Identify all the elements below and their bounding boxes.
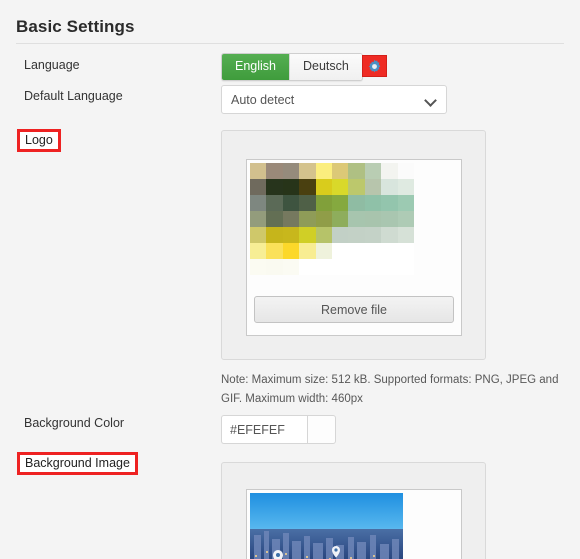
logo-pixel-6-0	[250, 259, 267, 275]
logo-pixel-3-2	[282, 211, 300, 227]
logo-pixel-5-9	[397, 243, 414, 259]
logo-pixel-1-3	[299, 179, 316, 195]
logo-pixel-6-7	[364, 259, 382, 275]
logo-pixel-3-7	[364, 211, 382, 227]
logo-pixel-5-6	[348, 243, 365, 259]
logo-pixel-5-1	[266, 243, 283, 259]
language-button-english[interactable]: English	[222, 54, 289, 80]
logo-pixel-0-1	[266, 163, 283, 179]
basic-settings-page: Basic Settings Language English Deutsch …	[0, 0, 580, 559]
logo-pixel-6-2	[282, 259, 300, 275]
logo-pixel-5-4	[315, 243, 332, 259]
logo-pixel-5-3	[299, 243, 316, 259]
logo-pixel-6-6	[348, 259, 365, 275]
chevron-down-icon	[426, 96, 437, 103]
logo-pixel-0-3	[299, 163, 316, 179]
logo-pixel-1-9	[397, 179, 414, 195]
logo-pixel-4-2	[282, 227, 300, 243]
logo-pixel-4-5	[331, 227, 349, 243]
logo-pixel-1-8	[381, 179, 398, 195]
logo-pixel-2-1	[266, 195, 283, 211]
background-color-field[interactable]	[221, 415, 336, 444]
background-color-swatch[interactable]	[307, 415, 336, 444]
gear-icon[interactable]	[367, 59, 382, 74]
logo-pixel-1-4	[315, 179, 332, 195]
logo-pixel-1-7	[364, 179, 382, 195]
logo-pixel-2-5	[331, 195, 349, 211]
logo-pixel-2-7	[364, 195, 382, 211]
logo-pixel-3-8	[381, 211, 398, 227]
background-color-input[interactable]	[221, 415, 307, 444]
logo-pixel-3-4	[315, 211, 332, 227]
logo-pixel-5-5	[331, 243, 349, 259]
logo-pixel-6-5	[331, 259, 349, 275]
logo-pixel-3-5	[331, 211, 349, 227]
logo-pixel-3-3	[299, 211, 316, 227]
logo-pixel-0-2	[282, 163, 300, 179]
logo-pixel-2-2	[282, 195, 300, 211]
logo-pixel-1-2	[282, 179, 300, 195]
logo-pixel-1-0	[250, 179, 267, 195]
logo-pixel-0-8	[381, 163, 398, 179]
language-settings-highlight[interactable]	[362, 55, 387, 77]
logo-preview-image	[250, 163, 414, 275]
background-image-preview	[250, 493, 403, 559]
logo-pixel-3-1	[266, 211, 283, 227]
logo-pixel-6-4	[315, 259, 332, 275]
logo-pixel-6-9	[397, 259, 414, 275]
logo-pixel-2-9	[397, 195, 414, 211]
logo-pixel-2-4	[315, 195, 332, 211]
logo-pixel-4-7	[364, 227, 382, 243]
logo-pixel-5-2	[282, 243, 300, 259]
logo-pixel-2-8	[381, 195, 398, 211]
logo-pixel-0-5	[331, 163, 349, 179]
logo-pixel-4-8	[381, 227, 398, 243]
logo-pixel-4-4	[315, 227, 332, 243]
language-toggle-group[interactable]: English Deutsch	[221, 53, 363, 81]
logo-pixel-0-9	[397, 163, 414, 179]
logo-pixel-3-9	[397, 211, 414, 227]
logo-pixel-4-0	[250, 227, 267, 243]
logo-pixel-3-0	[250, 211, 267, 227]
logo-pixel-3-6	[348, 211, 365, 227]
logo-pixel-1-6	[348, 179, 365, 195]
page-title: Basic Settings	[16, 17, 135, 36]
logo-pixel-4-1	[266, 227, 283, 243]
logo-pixel-5-8	[381, 243, 398, 259]
logo-pixel-4-3	[299, 227, 316, 243]
logo-pixel-2-0	[250, 195, 267, 211]
logo-pixel-0-0	[250, 163, 267, 179]
logo-pixel-1-5	[331, 179, 349, 195]
logo-pixel-2-3	[299, 195, 316, 211]
logo-pixel-2-6	[348, 195, 365, 211]
logo-pixel-5-7	[364, 243, 382, 259]
logo-pixel-0-6	[348, 163, 365, 179]
logo-pixel-0-7	[364, 163, 382, 179]
logo-pixel-6-1	[266, 259, 283, 275]
logo-remove-file-button[interactable]: Remove file	[254, 296, 454, 323]
language-label: Language	[24, 58, 80, 72]
logo-pixel-1-1	[266, 179, 283, 195]
background-color-label: Background Color	[24, 416, 125, 430]
logo-pixel-6-3	[299, 259, 316, 275]
logo-note: Note: Maximum size: 512 kB. Supported fo…	[221, 374, 559, 405]
title-divider	[16, 43, 564, 44]
logo-pixel-0-4	[315, 163, 332, 179]
background-image-label: Background Image	[17, 452, 138, 475]
logo-pixel-5-0	[250, 243, 267, 259]
logo-pixel-4-9	[397, 227, 414, 243]
default-language-select[interactable]: Auto detect	[221, 85, 447, 114]
default-language-label: Default Language	[24, 89, 123, 103]
default-language-selected-value: Auto detect	[231, 92, 295, 107]
language-button-deutsch[interactable]: Deutsch	[289, 54, 362, 80]
logo-pixel-6-8	[381, 259, 398, 275]
logo-label: Logo	[17, 129, 61, 152]
logo-pixel-4-6	[348, 227, 365, 243]
